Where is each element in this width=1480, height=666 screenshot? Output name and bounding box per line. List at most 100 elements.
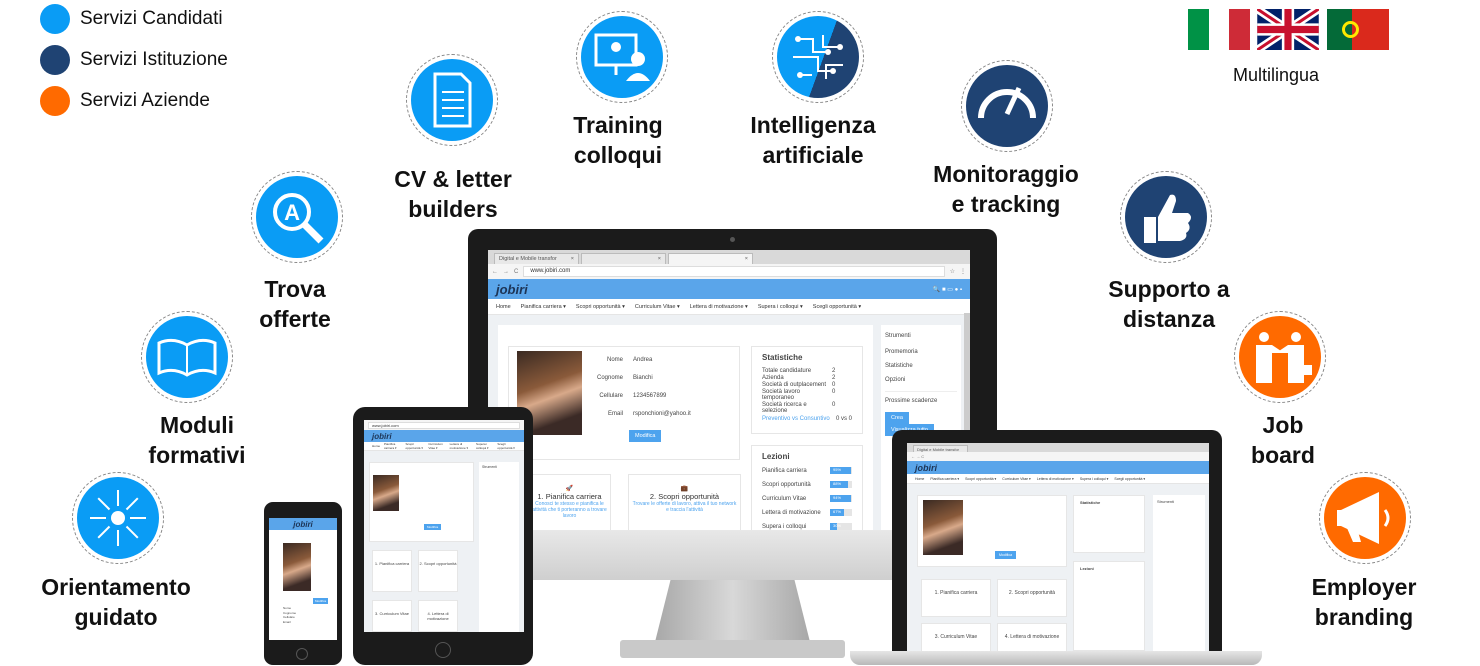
legend-item: Servizi Candidati [40,4,223,34]
feature-label: Monitoraggio e tracking [933,161,1079,217]
feature-compass-arrows-button[interactable] [72,472,164,564]
feature-thumbs-up-button[interactable] [1120,171,1212,263]
nav-item[interactable]: Lettera di motivazione ▾ [1037,477,1074,481]
nav-item[interactable]: Lettera di motivazione ▾ [690,304,748,310]
lesson-progress: 88% [830,481,852,488]
phone-screen: jobiri Modifica Nome Cognome Cellulare Emai… [269,518,337,640]
handshake-icon [1256,332,1312,383]
nav-item[interactable]: Pianifica carriera ▾ [521,304,566,310]
profile-field: Cognome Bianchi [596,375,653,381]
modifica-button[interactable]: Modifica [629,430,662,442]
crea-button[interactable]: Crea [885,412,909,424]
feature-label: Moduli formativi [148,412,246,468]
feature-label: Employer branding [1311,574,1417,630]
feature-circuit-brain-button[interactable] [772,11,864,103]
sidebar-item[interactable]: Promemoria [885,349,957,355]
nav-item[interactable]: Curriculum Vitae ▾ [428,442,445,450]
nav-item[interactable]: Home [915,477,924,481]
jobiri-logo[interactable]: jobiri [293,520,313,529]
nav-item[interactable]: Supera i colloqui ▾ [758,304,803,310]
feature-video-interview-button[interactable] [576,11,668,103]
multilingua-label: Multilingua [1233,65,1320,85]
preventivo-link[interactable]: Preventivo vs Consuntivo [762,416,830,422]
reload-icon[interactable]: C [514,269,518,275]
feature-label: CV & letter builders [394,166,512,222]
stat-row: Società lavoro temporaneo 0 [762,389,836,401]
modifica-button[interactable]: Modifica [424,524,442,530]
lesson-row[interactable]: Supera i colloqui 30% [762,523,852,530]
browser-tab[interactable]: Digital e Mobile transfor [499,256,557,262]
url-input[interactable]: www.jobiri.com [523,266,945,277]
sidebar-item[interactable]: Statistiche [885,363,957,369]
lesson-progress: 94% [830,495,852,502]
nav-item[interactable]: Scegli opportunità ▾ [497,442,516,450]
stats-title: Statistiche [762,353,803,362]
scadenze-heading: Prossime scadenze [885,391,957,404]
modifica-button[interactable]: Modifica [995,551,1017,559]
back-icon[interactable]: ← [492,269,498,275]
profile-field: Nome Andrea [606,357,653,363]
sidebar-item[interactable]: Opzioni [885,377,957,383]
nav-item[interactable]: Scopri opportunità ▾ [576,304,625,310]
legend-label: Servizi Istituzione [80,49,228,70]
nav-item[interactable]: Scegli opportunità ▾ [1114,477,1145,481]
nav-item[interactable]: Curriculum Vitae ▾ [1002,477,1031,481]
nav-item[interactable]: Scopri opportunità ▾ [405,442,424,450]
profile-field-label: Cellulare [283,615,295,619]
thumbs-up-icon [1144,194,1191,243]
lesson-row[interactable]: Scopri opportunità 88% [762,481,852,488]
nav-item[interactable]: Home [372,444,380,448]
modifica-button[interactable]: Modifica [313,598,329,604]
lesson-row[interactable]: Pianifica carriera 95% [762,467,852,474]
nav-item[interactable]: Pianifica carriera ▾ [930,477,959,481]
legend-item: Servizi Istituzione [40,45,228,75]
stat-row: Azienda 2 [762,375,836,381]
search-icon: A [273,193,324,244]
profile-field: Email rsponchioni@yahoo.it [607,411,691,417]
feature-search-button[interactable]: A [251,171,343,263]
feature-megaphone-button[interactable] [1319,472,1411,564]
legend-dot [40,86,70,116]
svg-text:A: A [284,200,300,225]
lesson-progress: 30% [830,523,852,530]
feature-document-button[interactable] [406,54,498,146]
feature-label: Intelligenza artificiale [750,112,876,168]
feature-label: Orientamento guidato [41,574,191,630]
tablet-screen: www.jobiri.com jobiri Home Pianifica carr… [364,420,524,632]
video-interview-icon [594,33,650,81]
feature-gauge-button[interactable] [961,60,1053,152]
nav-item[interactable]: Lettera di motivazione ▾ [450,442,472,450]
nav-item[interactable]: Scopri opportunità ▾ [965,477,996,481]
feature-handshake-button[interactable] [1234,311,1326,403]
nav-item[interactable]: Scegli opportunità ▾ [813,304,861,310]
star-icon[interactable]: ☆ [950,268,955,275]
legend-item: Servizi Aziende [40,86,210,116]
megaphone-icon [1337,492,1390,544]
stat-row: Totale candidature 2 [762,368,836,374]
profile-field: Cellulare 1234567899 [599,393,667,399]
portugal-flag[interactable] [1327,9,1389,50]
legend-dot [40,45,70,75]
nav-item[interactable]: Supera i colloqui ▾ [476,442,493,450]
jobiri-logo[interactable]: jobiri [372,432,392,441]
compass-arrows-icon [90,490,146,546]
lessons-title: Lezioni [762,452,790,461]
laptop-screen: Digital e Mobile transfor ← → C jobiri H… [907,443,1209,651]
nav-item[interactable]: Curriculum Vitae ▾ [635,304,680,310]
jobiri-logo[interactable]: jobiri [915,463,937,473]
nav-item[interactable]: Home [496,304,511,310]
step-card[interactable]: 💼 2. Scopri opportunità Trovare le offerte… [628,474,741,530]
step-card[interactable]: 🚀 1. Pianifica carriera Conosci te stesso … [528,474,611,530]
lesson-row[interactable]: Lettera di motivazione 67% [762,509,852,516]
nav-item[interactable]: Pianifica carriera ▾ [384,442,401,450]
nav-item[interactable]: Supera i colloqui ▾ [1080,477,1109,481]
lesson-progress: 95% [830,467,852,474]
stats-link-value: 0 vs 0 [835,416,852,422]
feature-label: Training colloqui [573,112,663,168]
italy-flag[interactable] [1188,9,1251,50]
gauge-icon [978,86,1036,119]
uk-flag[interactable] [1257,9,1319,50]
lesson-row[interactable]: Curriculum Vitae 94% [762,495,852,502]
legend-label: Servizi Aziende [80,90,210,111]
jobiri-logo[interactable]: jobiri [496,282,528,297]
